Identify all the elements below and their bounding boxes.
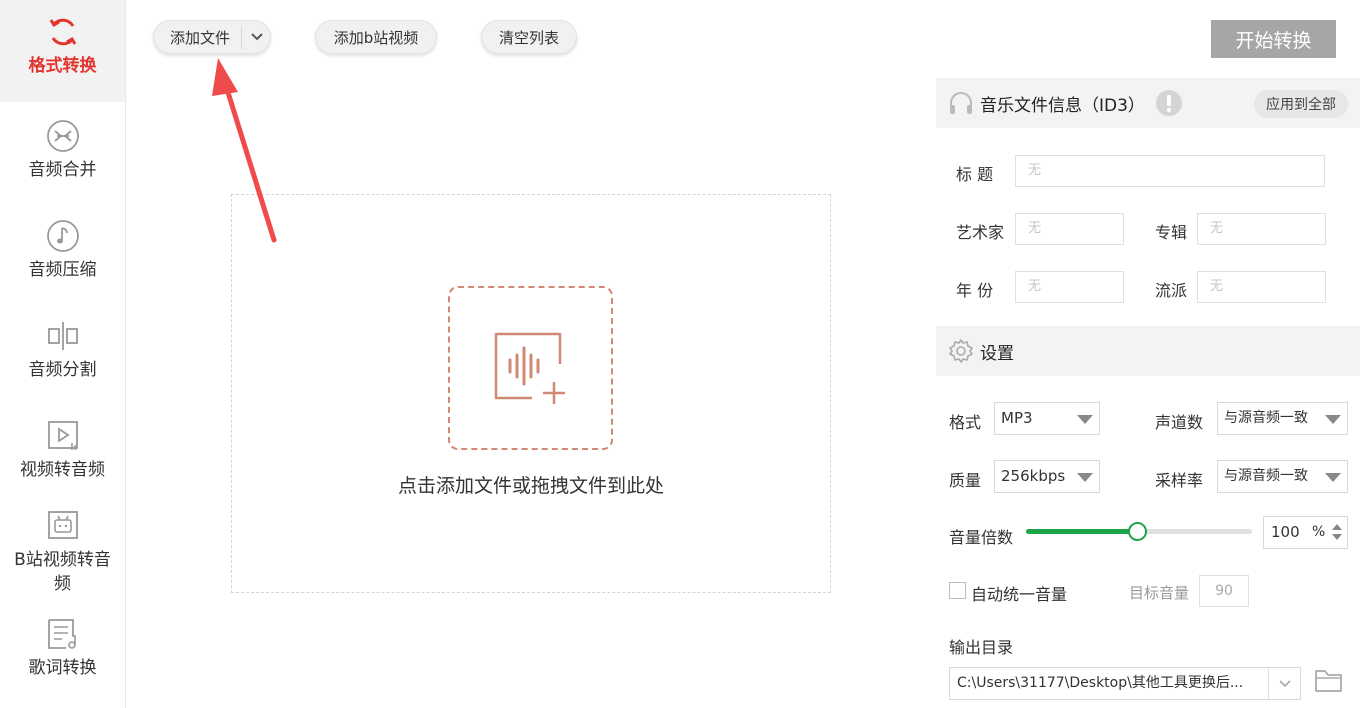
refresh-icon [45,14,81,50]
output-dir-label: 输出目录 [949,638,1014,657]
channels-value: 与源音频一致 [1224,410,1308,426]
quality-value: 256kbps [1001,467,1066,485]
info-icon[interactable] [1155,89,1183,117]
settings-section-header: 设置 [936,326,1360,376]
samplerate-select[interactable]: 与源音频一致 [1217,460,1348,493]
sidebar-item-bilibili-to-audio[interactable]: B站视频转音频 [0,508,125,596]
add-audio-icon [492,330,572,410]
headphones-icon [948,90,974,116]
spinner-icon[interactable] [1331,521,1343,554]
genre-field[interactable]: 无 [1197,271,1326,303]
volume-label: 音量倍数 [949,528,1014,547]
sidebar-item-label: 视频转音频 [20,460,105,480]
drop-zone-hint: 点击添加文件或拖拽文件到此处 [397,475,664,497]
sidebar-item-label: 歌词转换 [28,658,97,678]
samplerate-label: 采样率 [1155,471,1204,490]
quality-label: 质量 [949,471,982,490]
sidebar-item-label: 音频合并 [28,160,97,180]
volume-slider[interactable] [1026,522,1252,541]
chevron-down-icon[interactable] [250,30,264,48]
chevron-down-icon[interactable] [1268,668,1300,699]
sidebar-item-format-convert[interactable]: 格式转换 [0,0,125,102]
file-drop-zone[interactable]: 点击添加文件或拖拽文件到此处 [231,194,831,593]
dropdown-arrow-icon [1077,415,1093,424]
format-label: 格式 [949,413,982,432]
dropdown-arrow-icon [1325,415,1341,424]
add-file-button[interactable]: 添加文件 [153,20,271,54]
volume-slider-handle[interactable] [1127,522,1147,541]
folder-icon[interactable] [1314,667,1346,697]
format-select[interactable]: MP3 [994,402,1100,435]
title-field[interactable]: 无 [1015,155,1325,187]
bilibili-tv-icon [45,508,81,544]
format-value: MP3 [1001,409,1033,427]
music-note-icon [45,218,81,254]
volume-unit: % [1312,524,1326,540]
album-label: 专辑 [1155,223,1188,242]
sidebar-item-lyrics-convert[interactable]: 歌词转换 [0,616,125,680]
channels-label: 声道数 [1155,413,1204,432]
auto-volume-label: 自动统一音量 [971,585,1068,604]
split-icon [45,318,81,354]
samplerate-value: 与源音频一致 [1224,468,1308,484]
settings-section-title: 设置 [980,343,1014,364]
divider [241,27,242,49]
apply-to-all-button[interactable]: 应用到全部 [1254,90,1348,118]
sidebar-item-audio-compress[interactable]: 音频压缩 [0,218,125,282]
year-label: 年 份 [956,281,994,300]
id3-section-header: 音乐文件信息（ID3） 应用到全部 [936,78,1360,128]
start-convert-button[interactable]: 开始转换 [1211,20,1336,58]
add-bilibili-video-button[interactable]: 添加b站视频 [315,20,437,54]
id3-section-title: 音乐文件信息（ID3） [980,95,1145,116]
volume-input[interactable]: 100 % [1263,516,1348,549]
album-field[interactable]: 无 [1197,213,1326,245]
add-file-label: 添加文件 [170,28,231,47]
artist-label: 艺术家 [956,223,1005,242]
sidebar-item-label: B站视频转音频 [14,550,111,594]
sidebar-item-audio-merge[interactable]: 音频合并 [0,118,125,182]
add-audio-box[interactable] [448,286,613,450]
app-window: 格式转换 音频合并 音频压缩 音频分割 视频转音频 B站视频转音频 歌词转换 添… [0,0,1360,708]
auto-volume-checkbox[interactable] [949,582,966,599]
sidebar-item-label: 音频压缩 [28,260,97,280]
dropdown-arrow-icon [1077,473,1093,482]
clear-list-button[interactable]: 清空列表 [481,20,577,54]
dropdown-arrow-icon [1325,473,1341,482]
target-volume-label: 目标音量 [1129,584,1190,602]
sidebar: 格式转换 音频合并 音频压缩 音频分割 视频转音频 B站视频转音频 歌词转换 [0,0,126,708]
sidebar-item-label: 格式转换 [28,56,97,76]
sidebar-item-video-to-audio[interactable]: 视频转音频 [0,418,125,482]
target-volume-field[interactable]: 90 [1199,575,1249,607]
sidebar-item-audio-split[interactable]: 音频分割 [0,318,125,382]
sidebar-item-label: 音频分割 [28,360,97,380]
output-dir-select[interactable]: C:\Users\31177\Desktop\其他工具更换后... [949,667,1301,700]
channels-select[interactable]: 与源音频一致 [1217,402,1348,435]
video-play-icon [45,418,81,454]
genre-label: 流派 [1155,281,1188,300]
artist-field[interactable]: 无 [1015,213,1124,245]
merge-icon [45,118,81,154]
gear-icon [948,338,974,364]
title-label: 标 题 [956,165,994,184]
quality-select[interactable]: 256kbps [994,460,1100,493]
volume-slider-fill [1026,529,1137,534]
output-dir-path: C:\Users\31177\Desktop\其他工具更换后... [957,675,1244,691]
volume-value: 100 [1271,523,1300,541]
lyrics-icon [45,616,81,652]
year-field[interactable]: 无 [1015,271,1124,303]
